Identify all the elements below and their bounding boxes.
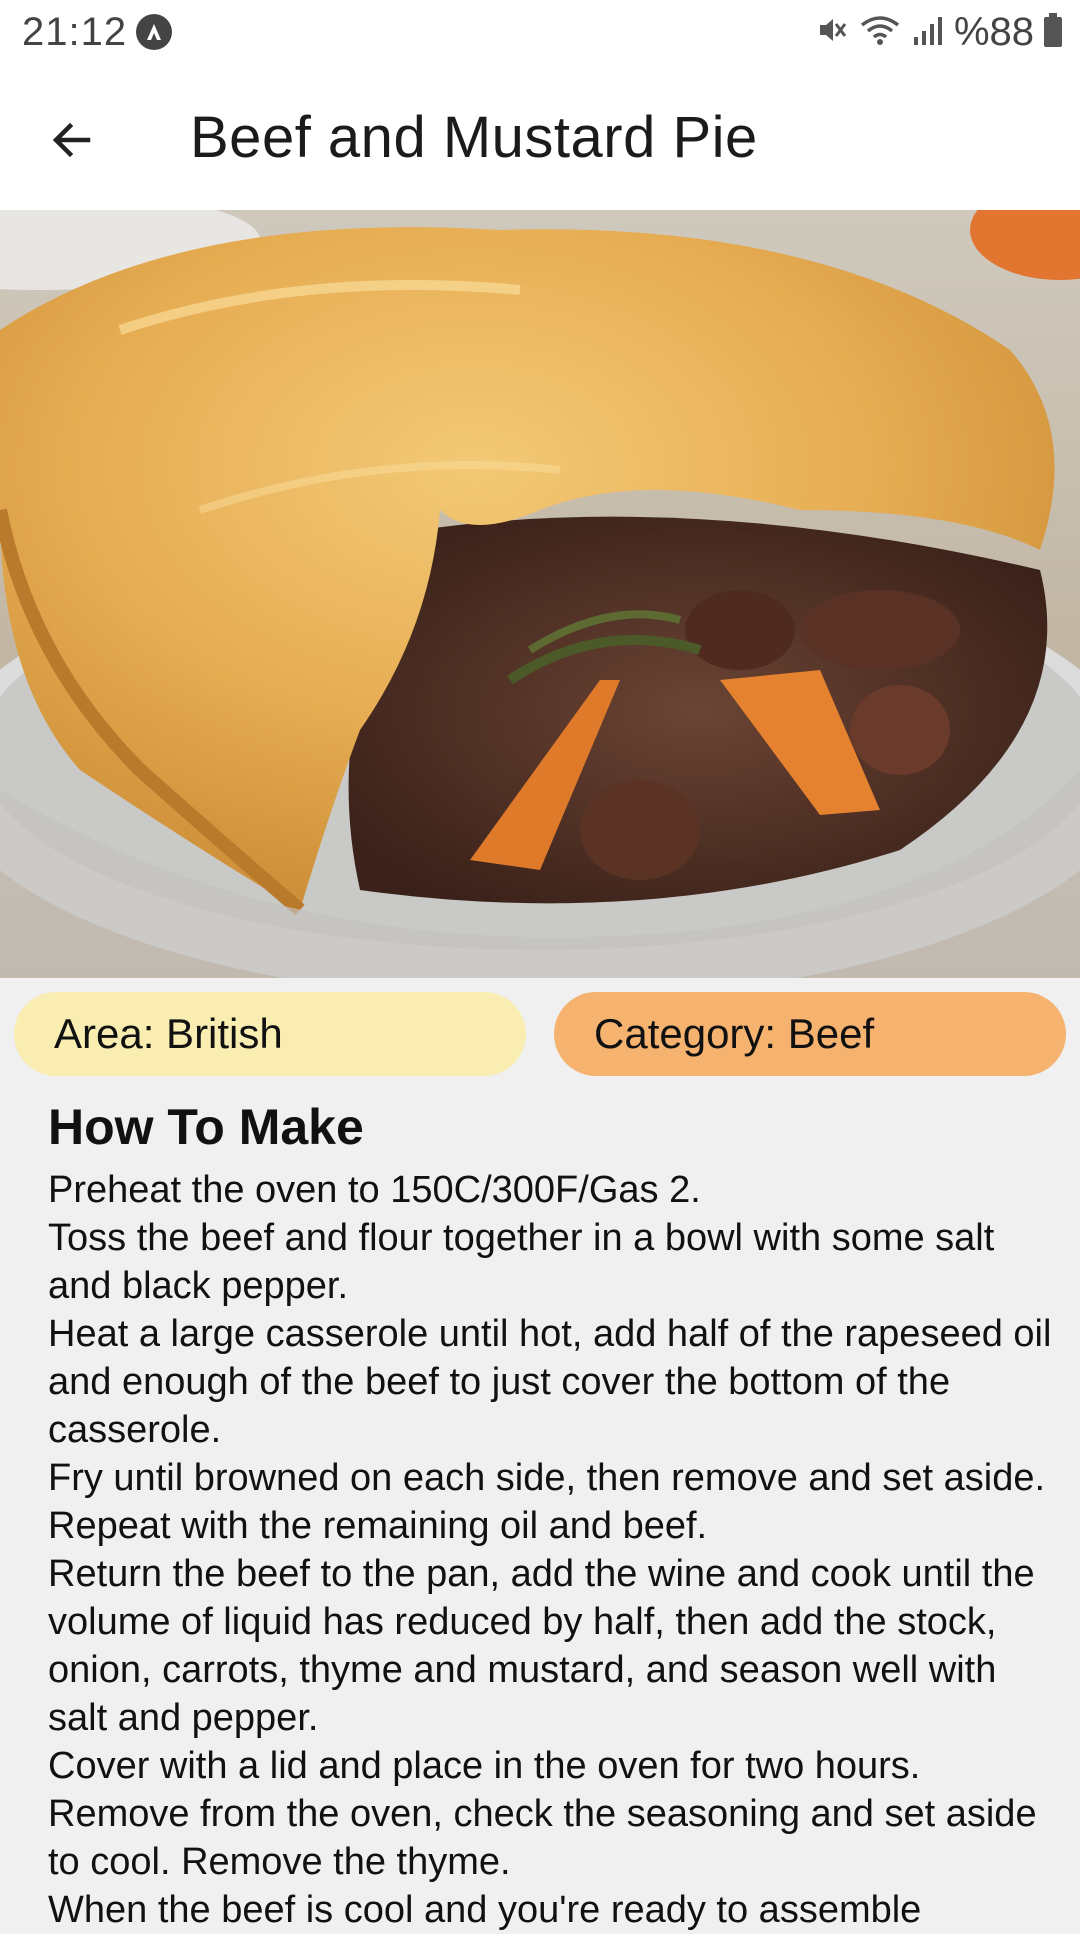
status-bar: 21:12 %88 — [0, 0, 1080, 64]
instruction-step: Toss the beef and flour together in a bo… — [48, 1217, 995, 1307]
recipe-image — [0, 210, 1080, 978]
instruction-step: Fry until browned on each side, then rem… — [48, 1457, 1046, 1547]
status-time: 21:12 — [22, 10, 128, 54]
instruction-step: Return the beef to the pan, add the wine… — [48, 1553, 1035, 1739]
signal-icon — [912, 13, 944, 52]
section-title: How To Make — [48, 1099, 364, 1155]
back-button[interactable] — [36, 104, 108, 176]
instruction-step: Preheat the oven to 150C/300F/Gas 2. — [48, 1169, 701, 1211]
app-bar: Beef and Mustard Pie — [0, 64, 1080, 210]
instruction-step: When the beef is cool and you're ready t… — [48, 1889, 922, 1931]
instruction-step: Heat a large casserole until hot, add ha… — [48, 1313, 1052, 1451]
battery-percentage: %88 — [953, 9, 1034, 54]
instruction-step: Cover with a lid and place in the oven f… — [48, 1745, 921, 1787]
category-chip: Category: Beef — [554, 992, 1066, 1076]
battery-icon — [1044, 13, 1062, 47]
page-title: Beef and Mustard Pie — [190, 105, 758, 170]
mute-icon — [814, 13, 848, 52]
instruction-step: Remove from the oven, check the seasonin… — [48, 1793, 1037, 1883]
instructions-text: Preheat the oven to 150C/300F/Gas 2. Tos… — [48, 1166, 1058, 1934]
status-icons: %88 — [814, 8, 1062, 56]
wifi-icon — [858, 13, 902, 52]
arrow-back-icon — [52, 122, 91, 158]
app-notification-icon — [136, 14, 172, 50]
area-chip: Area: British — [14, 992, 526, 1076]
